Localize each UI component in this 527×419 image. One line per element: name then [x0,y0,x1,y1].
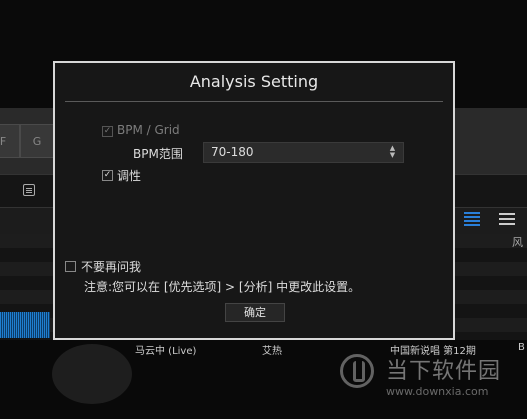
key-button-f[interactable]: F [0,124,20,158]
bpm-range-label: BPM范围 [133,147,183,161]
detail-view-icon[interactable] [499,212,515,226]
dont-ask-label: 不要再问我 [81,260,142,274]
up-down-arrow-icon: ▲ ▼ [389,144,396,159]
turntable-disc [52,344,132,404]
waveform-thumbnail [0,312,50,338]
watermark-url: www.downxia.com [386,385,489,398]
title-divider [65,101,443,102]
bpm-grid-label: BPM / Grid [117,123,180,137]
note-text: 注意:您可以在 [优先选项] > [分析] 中更改此设置。 [84,280,361,294]
dialog-title: Analysis Setting [189,72,319,91]
bpm-grid-checkbox[interactable]: ✓ [102,126,113,137]
watermark-name: 当下软件园 [386,359,502,384]
key-button-g[interactable]: G [20,124,54,158]
watermark-logo-icon [340,354,374,388]
column-header-partial[interactable]: 风 [512,234,527,254]
track-artist: 艾热 [262,346,282,357]
list-view-icon[interactable] [464,212,480,226]
track-title: 马云中 (Live) [135,346,197,357]
bpm-range-select[interactable]: 70-180 ▲ ▼ [203,142,404,163]
ok-button[interactable]: 确定 [225,303,285,322]
list-icon[interactable] [23,184,35,196]
key-checkbox[interactable]: ✓ [102,170,113,181]
track-extra: B [518,342,525,353]
analysis-setting-dialog: Analysis Setting ✓ BPM / Grid BPM范围 70-1… [53,61,455,340]
dont-ask-checkbox[interactable] [65,261,76,272]
bpm-range-value: 70-180 [211,145,254,159]
key-label: 调性 [117,169,142,183]
